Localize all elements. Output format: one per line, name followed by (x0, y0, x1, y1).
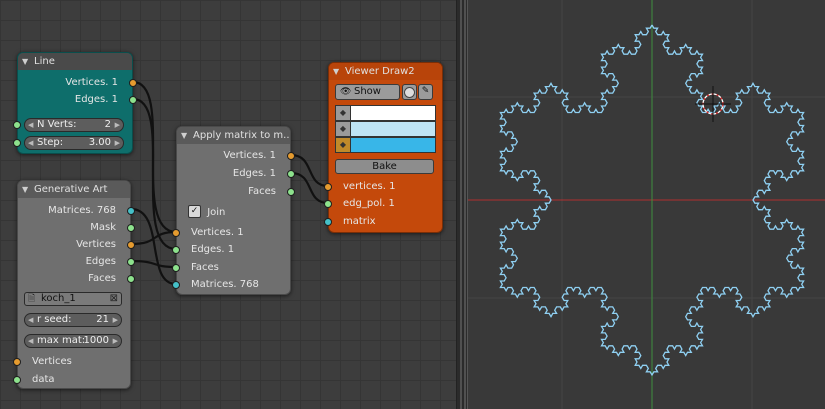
node-title: Viewer Draw2 (345, 66, 415, 77)
grid (468, 0, 825, 409)
input-edges-label: Edges. 1 (191, 244, 235, 255)
face-color-row[interactable]: ◆ (335, 137, 436, 153)
socket-edges-out[interactable] (127, 258, 135, 266)
output-vertices-label: Vertices (76, 239, 116, 250)
socket-vertices-in[interactable] (172, 229, 180, 237)
input-data-label: data (32, 374, 55, 385)
socket-vertices-out[interactable] (129, 79, 137, 87)
step-field[interactable]: ◀ Step: 3.00 ▶ (24, 136, 124, 150)
socket-matrices-in[interactable] (172, 281, 180, 289)
collapse-icon[interactable]: ▼ (22, 53, 28, 70)
socket-vertices-in[interactable] (13, 358, 21, 366)
sphere-toggle-button[interactable] (402, 84, 417, 100)
socket-mask-out[interactable] (127, 224, 135, 232)
output-mask-label: Mask (90, 222, 116, 233)
3d-cursor-icon[interactable] (695, 86, 731, 122)
input-vertices-label: Vertices. 1 (191, 227, 244, 238)
socket-edges-out[interactable] (129, 96, 137, 104)
output-edges-label: Edges. 1 (74, 94, 118, 105)
vertex-color-row[interactable]: ◆ (335, 105, 436, 121)
n-verts-field[interactable]: ◀ N Verts: 2 ▶ (24, 118, 124, 132)
node-title: Apply matrix to m... (193, 130, 290, 141)
socket-nverts-in[interactable] (13, 121, 21, 129)
brush-toggle-button[interactable]: ✎ (418, 84, 433, 100)
output-edges-label: Edges (85, 256, 116, 267)
socket-step-in[interactable] (13, 139, 21, 147)
join-checkbox[interactable]: ✓ Join (188, 205, 225, 219)
output-faces-label: Faces (248, 186, 276, 197)
socket-vertices-out[interactable] (127, 241, 135, 249)
socket-edges-in[interactable] (172, 246, 180, 254)
eye-icon: 👁 (340, 87, 352, 97)
output-matrices-label: Matrices. 768 (48, 205, 116, 216)
viewer-draw-node[interactable]: ▼ Viewer Draw2 👁 Show ✎ ◆ ◆ ◆ Bake verti… (324, 62, 443, 233)
show-button[interactable]: 👁 Show (335, 84, 400, 100)
socket-faces-in[interactable] (172, 264, 180, 272)
area-splitter[interactable] (456, 0, 468, 409)
socket-faces-out[interactable] (127, 275, 135, 283)
viewport-canvas (468, 0, 825, 409)
brush-icon: ✎ (421, 86, 430, 96)
socket-edges-in[interactable] (324, 200, 332, 208)
link-apply-vertices (289, 153, 330, 188)
input-matrix-label: matrix (343, 216, 376, 227)
bake-button[interactable]: Bake (335, 159, 434, 174)
link-line-edges (131, 97, 178, 251)
r-seed-field[interactable]: ◀ r seed: 21 ▶ (24, 313, 122, 327)
face-icon: ◆ (336, 138, 351, 152)
vertex-icon: ◆ (336, 106, 351, 120)
collapse-icon[interactable]: ▼ (333, 63, 339, 80)
apply-matrix-node[interactable]: ▼ Apply matrix to m... Vertices. 1 Edges… (172, 126, 295, 295)
socket-vertices-in[interactable] (324, 183, 332, 191)
socket-faces-out[interactable] (287, 188, 295, 196)
text-file-icon: 🗎 (28, 294, 36, 304)
collapse-icon[interactable]: ▼ (181, 127, 187, 144)
node-title: Line (34, 56, 55, 67)
input-vertices-label: Vertices (32, 356, 72, 367)
3d-viewport[interactable] (468, 0, 825, 409)
collapse-icon[interactable]: ▼ (22, 181, 28, 198)
socket-matrix-in[interactable] (324, 218, 332, 226)
join-label: Join (207, 206, 226, 218)
socket-matrices-out[interactable] (127, 207, 135, 215)
socket-vertices-out[interactable] (287, 152, 295, 160)
input-edges-label: edg_pol. 1 (343, 198, 395, 209)
link-apply-edges (289, 171, 330, 205)
checkbox-box[interactable]: ✓ (188, 205, 201, 218)
text-file-selector[interactable]: 🗎 koch_1 ⊠ (24, 292, 122, 306)
input-vertices-label: vertices. 1 (343, 181, 396, 192)
input-faces-label: Faces (191, 262, 219, 273)
max-mat-field[interactable]: ◀ max mat: 1000 ▶ (24, 334, 122, 348)
link-gen-faces (129, 259, 178, 269)
clear-icon[interactable]: ⊠ (110, 293, 118, 305)
output-vertices-label: Vertices. 1 (65, 77, 118, 88)
generative-art-node[interactable]: ▼ Generative Art Matrices. 768 Mask Vert… (13, 180, 135, 389)
line-node[interactable]: ▼ Line Vertices. 1 Edges. 1 ◀ N Verts: 2… (13, 52, 137, 154)
input-matrices-label: Matrices. 768 (191, 279, 259, 290)
node-editor[interactable]: ▼ Line Vertices. 1 Edges. 1 ◀ N Verts: 2… (0, 0, 456, 409)
output-vertices-label: Vertices. 1 (223, 150, 276, 161)
output-faces-label: Faces (88, 273, 116, 284)
edge-icon: ◆ (336, 122, 351, 136)
output-edges-label: Edges. 1 (232, 168, 276, 179)
edge-color-row[interactable]: ◆ (335, 121, 436, 137)
socket-edges-out[interactable] (287, 170, 295, 178)
socket-data-in[interactable] (13, 376, 21, 384)
sphere-icon (404, 87, 415, 98)
node-title: Generative Art (34, 184, 108, 195)
